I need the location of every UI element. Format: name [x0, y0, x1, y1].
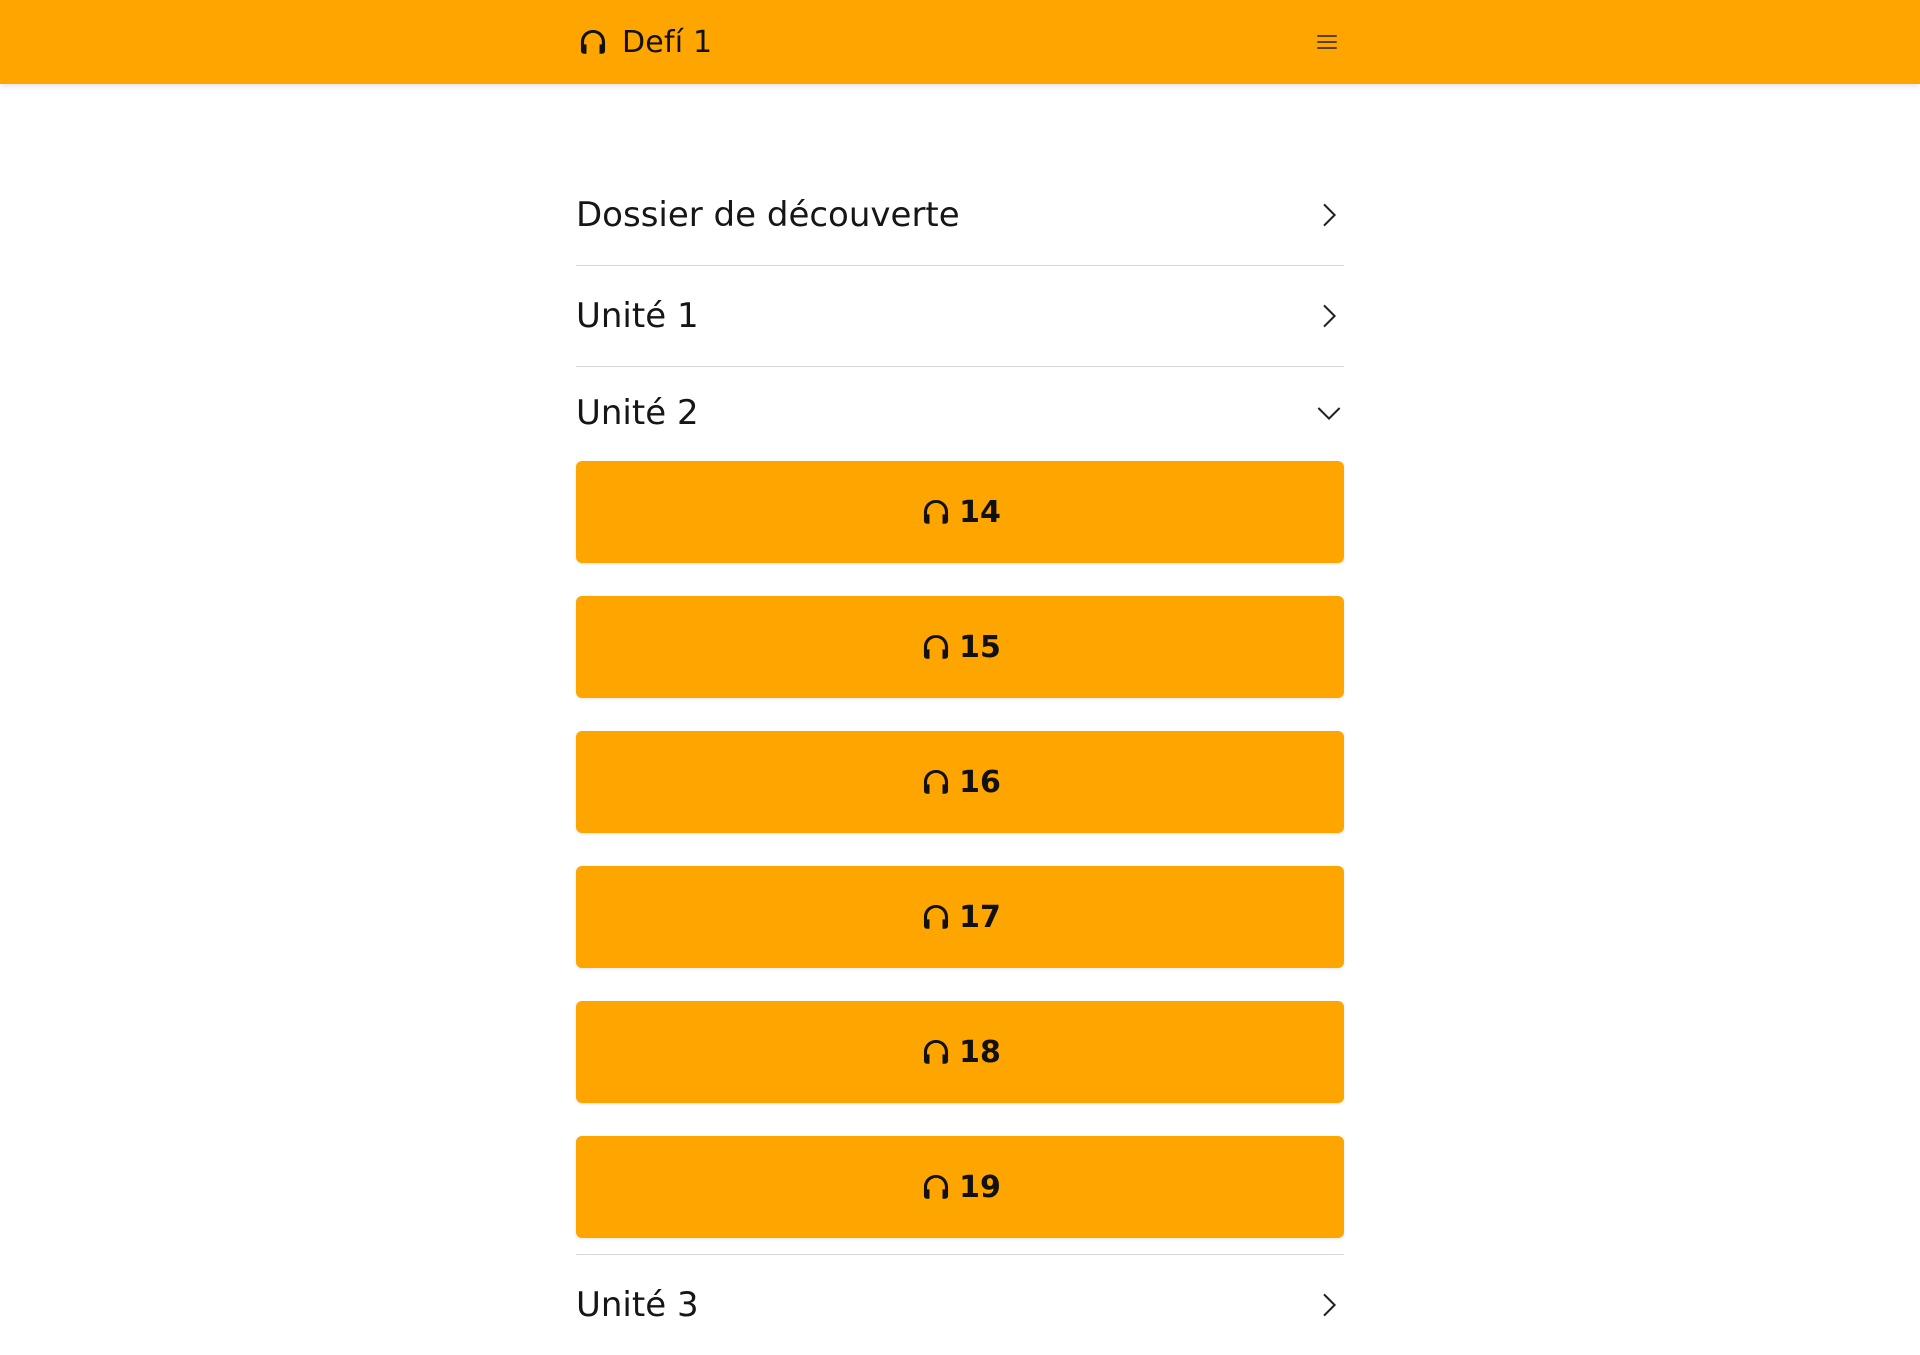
section-label: Unité 3	[576, 1285, 699, 1325]
page-title: Defí 1	[622, 24, 713, 60]
track-button-17[interactable]: 17	[576, 866, 1344, 968]
headphones-icon	[919, 495, 953, 529]
headphones-icon	[919, 1170, 953, 1204]
unite-2-tracks: 14 15 16 17 18 19	[576, 459, 1344, 1238]
track-button-14[interactable]: 14	[576, 461, 1344, 563]
section-dossier-decouverte[interactable]: Dossier de découverte	[576, 165, 1344, 265]
section-unite-1[interactable]: Unité 1	[576, 266, 1344, 366]
track-button-16[interactable]: 16	[576, 731, 1344, 833]
headphones-icon	[919, 900, 953, 934]
chevron-right-icon	[1314, 301, 1344, 331]
app-brand[interactable]: Defí 1	[576, 25, 712, 60]
track-number: 19	[959, 1169, 1001, 1205]
top-bar-inner: Defí 1	[576, 0, 1344, 84]
section-unite-3[interactable]: Unité 3	[576, 1255, 1344, 1355]
section-label: Unité 1	[576, 296, 699, 336]
track-number: 15	[959, 629, 1001, 665]
track-number: 18	[959, 1034, 1001, 1070]
track-button-19[interactable]: 19	[576, 1136, 1344, 1238]
headphones-icon	[576, 25, 610, 59]
section-label: Unité 2	[576, 393, 699, 433]
headphones-icon	[919, 765, 953, 799]
track-number: 16	[959, 764, 1001, 800]
headphones-icon	[919, 630, 953, 664]
chevron-down-icon	[1314, 398, 1344, 428]
top-bar: Defí 1	[0, 0, 1920, 84]
track-number: 17	[959, 899, 1001, 935]
chevron-right-icon	[1314, 1290, 1344, 1320]
chevron-right-icon	[1314, 200, 1344, 230]
accordion-list: Dossier de découverte Unité 1 Unité 2 14	[576, 84, 1344, 1355]
track-button-18[interactable]: 18	[576, 1001, 1344, 1103]
section-label: Dossier de découverte	[576, 195, 960, 235]
hamburger-menu-icon[interactable]	[1310, 25, 1344, 59]
headphones-icon	[919, 1035, 953, 1069]
track-number: 14	[959, 494, 1001, 530]
track-button-15[interactable]: 15	[576, 596, 1344, 698]
section-unite-2[interactable]: Unité 2	[576, 367, 1344, 459]
